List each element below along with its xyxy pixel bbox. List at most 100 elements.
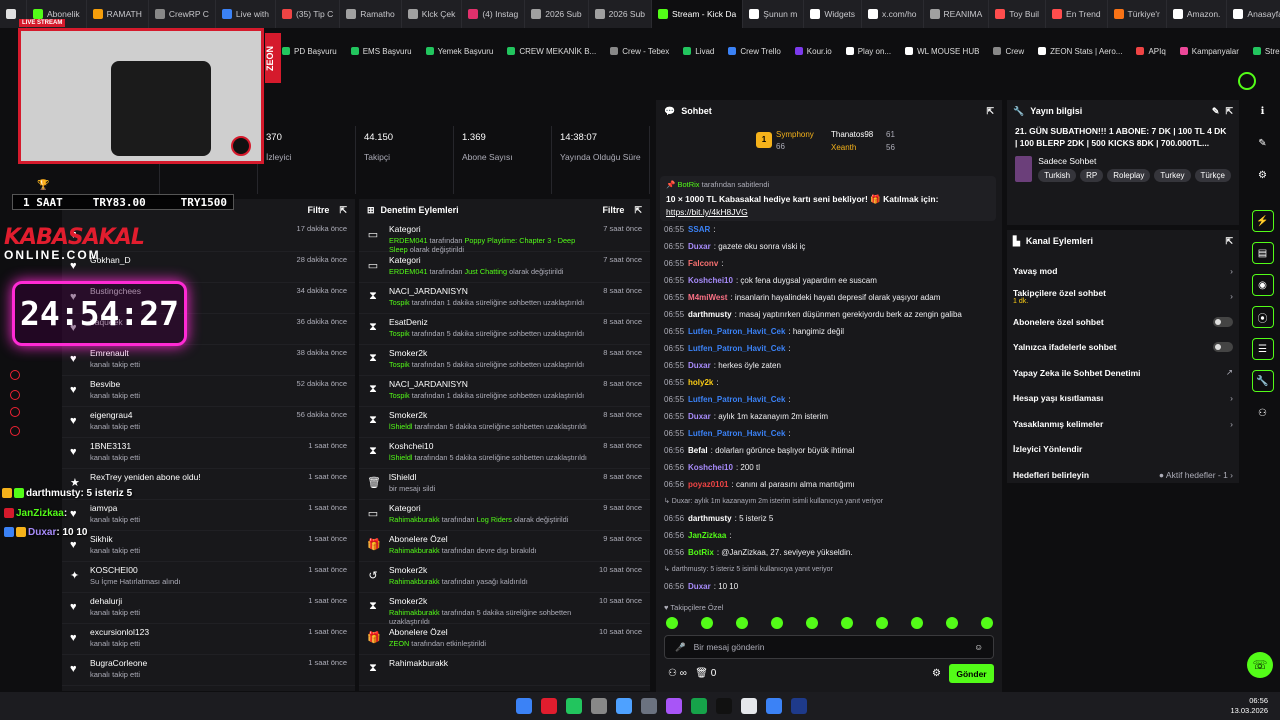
moderation-title[interactable]: Kategori [389, 224, 593, 234]
moderation-actor[interactable]: lShieldl [389, 422, 413, 431]
bookmark-item[interactable]: Livad [683, 47, 714, 56]
sidebar-settings-icon[interactable] [10, 426, 20, 436]
activity-user[interactable]: KOSCHEI00 [90, 565, 298, 575]
popout-icon[interactable]: ⇱ [986, 106, 994, 117]
message-user[interactable]: darthmusty [688, 514, 732, 523]
taskbar-clock[interactable]: 06:56 13.03.2026 [1230, 696, 1268, 716]
channel-action-row[interactable]: İzleyici Yönlendir [1007, 437, 1239, 463]
emote-icon[interactable] [771, 617, 783, 629]
emote-icon[interactable] [911, 617, 923, 629]
message-user[interactable]: Lutfen_Patron_Havit_Cek [688, 344, 785, 353]
emote-icon[interactable] [806, 617, 818, 629]
emote-icon[interactable] [666, 617, 678, 629]
activity-user[interactable]: dehalurji [90, 596, 298, 606]
message-user[interactable]: JanZizkaa [688, 531, 726, 540]
moderation-title[interactable]: lShieldl [389, 472, 593, 482]
browser-tab[interactable]: En Trend [1046, 0, 1108, 28]
message-user[interactable]: Lutfen_Patron_Havit_Cek [688, 429, 785, 438]
message-user[interactable]: darthmusty [688, 310, 732, 319]
popout-icon[interactable]: ⇱ [339, 205, 347, 216]
activity-user[interactable]: 1BNE3131 [90, 441, 298, 451]
browser-tab[interactable]: Klck Çek [402, 0, 463, 28]
taskbar-app-icon[interactable] [791, 698, 807, 714]
sidebar-home-icon[interactable] [10, 370, 20, 380]
browser-tab[interactable]: RAMATH [87, 0, 149, 28]
edit-icon[interactable]: ✎ [1212, 106, 1220, 117]
browser-tab[interactable]: x.com/ho [862, 0, 924, 28]
emote-icon[interactable] [736, 617, 748, 629]
moderation-actor[interactable]: Rahimakburakk [389, 546, 440, 555]
bookmark-item[interactable]: Kampanyalar [1179, 47, 1239, 56]
settings-icon[interactable]: ⚙ [1252, 164, 1274, 186]
browser-tab[interactable]: Şunun m [743, 0, 805, 28]
emote-icon[interactable] [841, 617, 853, 629]
tool-icon[interactable]: 🔧 [1251, 370, 1274, 392]
moderation-actor[interactable]: lShieldl [389, 453, 413, 462]
browser-tab[interactable]: Toy Buil [989, 0, 1047, 28]
moderation-title[interactable]: NACI_JARDANISYN [389, 379, 593, 389]
message-user[interactable]: BotRix [688, 548, 714, 557]
activity-user[interactable]: Emrenault [90, 348, 287, 358]
channel-action-row[interactable]: Takipçilere özel sohbet 1 dk. › [1007, 284, 1239, 310]
chat-settings-icon[interactable]: ⚙ [932, 668, 941, 679]
activity-user[interactable]: BugraCorleone [90, 658, 298, 668]
note-icon[interactable]: ▤ [1251, 242, 1274, 264]
share-icon[interactable]: ⚇ [1252, 402, 1274, 424]
bookmark-item[interactable]: CREW MEKANİK B... [507, 47, 596, 56]
moderation-title[interactable]: Rahimakburakk [389, 658, 632, 668]
message-user[interactable]: Duxar [688, 242, 711, 251]
browser-tab[interactable]: Türkiye'r [1108, 0, 1167, 28]
toggle-switch[interactable] [1213, 342, 1233, 353]
bookmark-item[interactable]: Crew - Tebex [610, 47, 669, 56]
bookmark-item[interactable]: WL MOUSE HUB [905, 47, 979, 56]
moderation-actor[interactable]: Rahimakburakk [389, 515, 440, 524]
message-user[interactable]: Befal [688, 446, 708, 455]
emote-icon[interactable] [981, 617, 993, 629]
activity-filter-button[interactable]: Filtre [307, 205, 329, 215]
message-user[interactable]: M4miWest [688, 293, 727, 302]
emote-icon[interactable] [876, 617, 888, 629]
browser-tab[interactable]: REANIMA [924, 0, 990, 28]
channel-action-row[interactable]: Hedefleri belirleyin ● Aktif hedefler - 1… [1007, 462, 1239, 488]
bookmark-item[interactable]: APIq [1136, 47, 1166, 56]
moderation-actor[interactable]: ZEON [389, 639, 409, 648]
emoji-icon[interactable]: ☺ [974, 642, 983, 652]
moderation-actor[interactable]: Tospik [389, 298, 410, 307]
popout-icon[interactable]: ⇱ [634, 205, 642, 216]
message-user[interactable]: Falconv [688, 259, 718, 268]
message-user[interactable]: SSAR [688, 225, 710, 234]
message-user[interactable]: Koshchei10 [688, 276, 733, 285]
chat-bubble-icon[interactable]: ◉ [1251, 274, 1274, 296]
message-user[interactable]: Duxar [688, 412, 711, 421]
browser-tab[interactable]: Amazon. [1167, 0, 1228, 28]
taskbar-app-icon[interactable] [741, 698, 757, 714]
moderation-title[interactable]: Abonelere Özel [389, 534, 593, 544]
taskbar-app-icon[interactable] [516, 698, 532, 714]
message-user[interactable]: Duxar [688, 361, 711, 370]
mic-icon[interactable]: 🎤 [675, 642, 686, 653]
channel-action-row[interactable]: Yapay Zeka ile Sohbet Denetimi ↗ [1007, 360, 1239, 386]
moderation-actor[interactable]: Tospik [389, 391, 410, 400]
taskbar-app-icon[interactable] [716, 698, 732, 714]
bookmark-item[interactable]: Streamer Panel [1252, 47, 1280, 56]
stream-tag[interactable]: RP [1080, 169, 1104, 182]
message-user[interactable]: Lutfen_Patron_Havit_Cek [688, 327, 785, 336]
emote-icon[interactable] [946, 617, 958, 629]
popout-icon[interactable]: ⇱ [1225, 236, 1233, 247]
browser-tab[interactable]: (35) Tip C [276, 0, 341, 28]
moderation-actor[interactable]: ERDEM041 [389, 236, 428, 245]
channel-action-row[interactable]: Yasaklanmış kelimeler › [1007, 411, 1239, 437]
sidebar-user-icon[interactable] [10, 390, 20, 400]
taskbar-app-icon[interactable] [641, 698, 657, 714]
taskbar-app-icon[interactable] [541, 698, 557, 714]
message-user[interactable]: poyaz0101 [688, 480, 728, 489]
stream-tag[interactable]: Turkish [1038, 169, 1077, 182]
browser-tab[interactable]: (4) Instag [462, 0, 526, 28]
chat-input[interactable]: 🎤 Bir mesaj gönderin ☺ [664, 635, 994, 659]
moderation-actor[interactable]: Rahimakburakk [389, 577, 440, 586]
taskbar-app-icon[interactable] [566, 698, 582, 714]
kick-logo-icon[interactable] [1238, 72, 1256, 90]
activity-user[interactable]: eigengrau4 [90, 410, 287, 420]
bookmark-item[interactable]: EMS Başvuru [350, 47, 412, 56]
info-icon[interactable]: ℹ [1252, 100, 1274, 122]
